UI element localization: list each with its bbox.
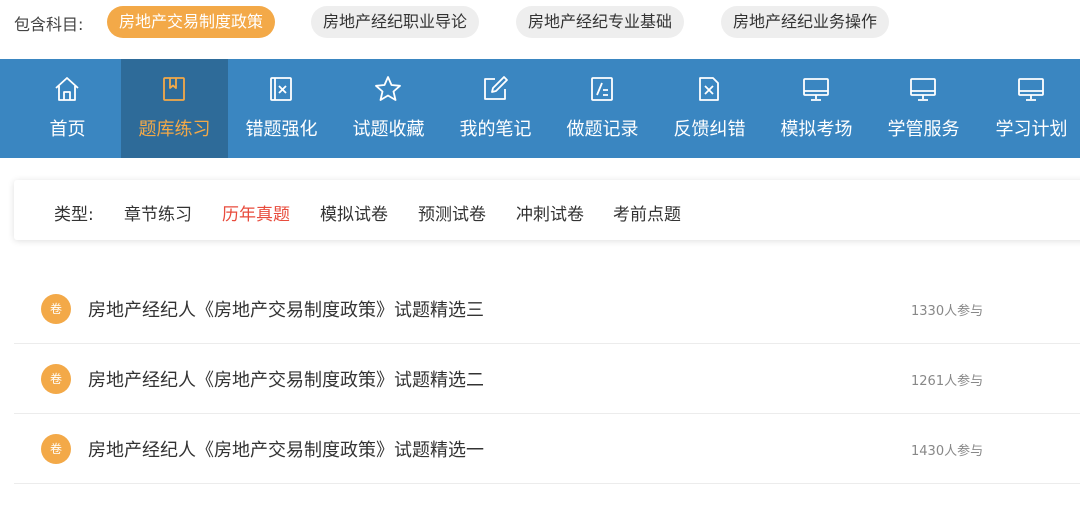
nav-label: 反馈纠错 <box>673 119 746 140</box>
book-icon <box>163 77 185 101</box>
feedback-icon <box>699 77 719 101</box>
paper-title[interactable]: 房地产经纪人《房地产交易制度政策》试题精选三 <box>88 296 484 322</box>
error-book-icon <box>270 77 292 101</box>
subject-pill-career-guide[interactable]: 房地产经纪职业导论 <box>311 6 480 38</box>
subject-label: 包含科目: <box>14 15 84 34</box>
nav-item-study-service[interactable]: 学管服务 <box>870 59 977 158</box>
participant-count: 1330人参与 <box>911 304 984 319</box>
nav-item-wrong-questions[interactable]: 错题强化 <box>228 59 335 158</box>
monitor-icon <box>803 78 829 101</box>
subject-pill-business-operation[interactable]: 房地产经纪业务操作 <box>721 6 890 38</box>
monitor-icon <box>910 78 936 101</box>
record-icon <box>591 77 613 101</box>
type-tab-prediction-papers[interactable]: 预测试卷 <box>418 200 486 225</box>
paper-list-item[interactable]: 卷 房地产经纪人《房地产交易制度政策》试题精选三 1330人参与 <box>14 274 1080 344</box>
paper-badge-icon: 卷 <box>41 364 71 394</box>
nav-label: 题库练习 <box>138 119 211 140</box>
edit-note-icon <box>484 76 508 100</box>
type-tab-past-exams[interactable]: 历年真题 <box>222 200 290 225</box>
type-filter-bar: 类型: 章节练习 历年真题 模拟试卷 预测试卷 冲刺试卷 考前点题 <box>14 180 1080 240</box>
subject-pill-professional-basics[interactable]: 房地产经纪专业基础 <box>516 6 685 38</box>
nav-item-feedback[interactable]: 反馈纠错 <box>656 59 763 158</box>
nav-label: 学管服务 <box>887 119 960 140</box>
monitor-icon <box>1018 78 1044 101</box>
nav-item-study-plan[interactable]: 学习计划 <box>978 59 1080 158</box>
home-icon <box>55 77 79 101</box>
nav-label: 学习计划 <box>995 119 1068 140</box>
paper-title[interactable]: 房地产经纪人《房地产交易制度政策》试题精选一 <box>88 436 484 462</box>
participant-count: 1261人参与 <box>911 374 984 389</box>
nav-item-home[interactable]: 首页 <box>14 59 121 158</box>
nav-label: 我的笔记 <box>459 119 532 140</box>
nav-label: 试题收藏 <box>352 119 425 140</box>
nav-item-my-notes[interactable]: 我的笔记 <box>442 59 549 158</box>
participant-count: 1430人参与 <box>911 444 984 459</box>
type-tab-sprint-papers[interactable]: 冲刺试卷 <box>516 200 584 225</box>
nav-label: 模拟考场 <box>780 119 853 140</box>
nav-item-practice-records[interactable]: 做题记录 <box>549 59 656 158</box>
nav-label: 做题记录 <box>566 119 639 140</box>
type-tab-pre-exam-tips[interactable]: 考前点题 <box>613 200 681 225</box>
nav-label: 首页 <box>49 119 86 140</box>
paper-badge-icon: 卷 <box>41 294 71 324</box>
paper-list-item[interactable]: 卷 房地产经纪人《房地产交易制度政策》试题精选一 1430人参与 <box>14 414 1080 484</box>
paper-title[interactable]: 房地产经纪人《房地产交易制度政策》试题精选二 <box>88 366 484 392</box>
nav-item-mock-exam[interactable]: 模拟考场 <box>763 59 870 158</box>
nav-item-favorites[interactable]: 试题收藏 <box>335 59 442 158</box>
subject-pill-transaction-policy[interactable]: 房地产交易制度政策 <box>107 6 276 38</box>
type-tab-chapter-practice[interactable]: 章节练习 <box>124 200 192 225</box>
type-tab-mock-papers[interactable]: 模拟试卷 <box>320 200 388 225</box>
paper-badge-icon: 卷 <box>41 434 71 464</box>
star-icon <box>375 76 401 101</box>
nav-label: 错题强化 <box>245 119 318 140</box>
nav-item-question-bank[interactable]: 题库练习 <box>121 59 228 158</box>
paper-list-item[interactable]: 卷 房地产经纪人《房地产交易制度政策》试题精选二 1261人参与 <box>14 344 1080 414</box>
main-nav: 首页 题库练习 错题强化 试题收藏 我的笔记 做题记录 反馈纠错 模拟考场 学管… <box>0 59 1080 158</box>
subject-bar: 包含科目: 房地产交易制度政策 房地产经纪职业导论 房地产经纪专业基础 房地产经… <box>0 0 1080 59</box>
type-label: 类型: <box>54 205 94 225</box>
